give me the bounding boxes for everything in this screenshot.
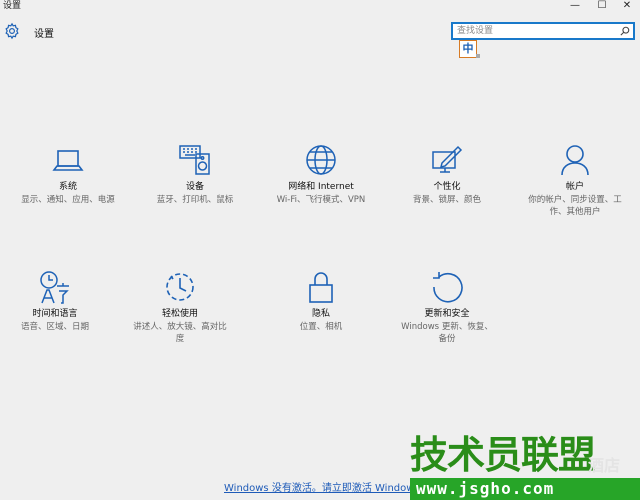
close-button[interactable]: ✕ [614,0,640,13]
tile-desc: 显示、通知、应用、电源 [21,195,115,205]
tile-desc: 位置、相机 [299,322,343,332]
tile-time-language[interactable]: 时间和语言 语音、区域、日期 [0,270,110,333]
ime-handle [476,54,480,58]
tile-desc: 背景、锁屏、颜色 [412,195,481,205]
watermark-text: 技术员联盟 [410,433,596,477]
update-icon [433,272,463,303]
tile-desc: 蓝牙、打印机、鼠标 [156,195,234,205]
devices-icon [179,145,210,175]
ease-of-access-icon [166,273,194,301]
search-icon[interactable] [620,26,630,36]
gear-icon [5,22,19,40]
tile-desc: Wi-Fi、飞行模式、VPN [276,195,366,205]
tile-system[interactable]: 系统 显示、通知、应用、电源 [13,143,123,206]
tile-accounts[interactable]: 帐户 你的帐户、同步设置、工作、其他用户 [520,143,630,218]
watermark-logo: 技术员联盟 酒店 www.jsgho.com [410,432,640,500]
tile-name: 隐私 [311,309,330,319]
minimize-button[interactable]: — [562,0,588,13]
tile-name: 个性化 [433,182,461,192]
tile-name: 更新和安全 [424,309,470,319]
tile-privacy[interactable]: 隐私 位置、相机 [266,270,376,333]
watermark-url: www.jsgho.com [416,479,555,498]
tile-update-security[interactable]: 更新和安全 Windows 更新、恢复、备份 [392,270,502,345]
time-language-icon [40,271,69,304]
watermark-side-text: 酒店 [588,456,621,475]
tile-name: 设备 [185,182,204,192]
ime-indicator[interactable]: 中 [459,40,477,58]
tile-personalization[interactable]: 个性化 背景、锁屏、颜色 [392,143,502,206]
tile-desc: 语音、区域、日期 [20,322,89,332]
window-title: 设置 [3,1,22,11]
laptop-icon [52,150,84,171]
tile-name: 网络和 Internet [288,182,354,192]
search-input[interactable] [457,24,617,38]
tile-network[interactable]: 网络和 Internet Wi-Fi、飞行模式、VPN [266,143,376,206]
tile-name: 帐户 [565,182,584,192]
personalization-icon [432,145,463,173]
tile-devices[interactable]: 设备 蓝牙、打印机、鼠标 [140,143,250,206]
globe-icon [306,145,336,175]
tile-ease-of-access[interactable]: 轻松使用 讲述人、放大镜、高对比度 [125,270,235,345]
tile-name: 系统 [58,182,77,192]
maximize-button[interactable]: ☐ [589,0,615,13]
title-bar: 设置 — ☐ ✕ [0,0,640,13]
page-title: 设置 [34,29,54,40]
activate-windows-link[interactable]: Windows 没有激活。请立即激活 Windows。 [224,479,430,494]
tile-desc: Windows 更新、恢复、备份 [401,322,493,344]
tile-name: 轻松使用 [161,309,198,319]
tile-desc: 你的帐户、同步设置、工作、其他用户 [528,195,622,217]
user-icon [561,145,589,176]
search-box[interactable] [451,22,635,40]
lock-icon [309,272,333,303]
tile-desc: 讲述人、放大镜、高对比度 [133,322,227,344]
tile-name: 时间和语言 [32,309,78,319]
